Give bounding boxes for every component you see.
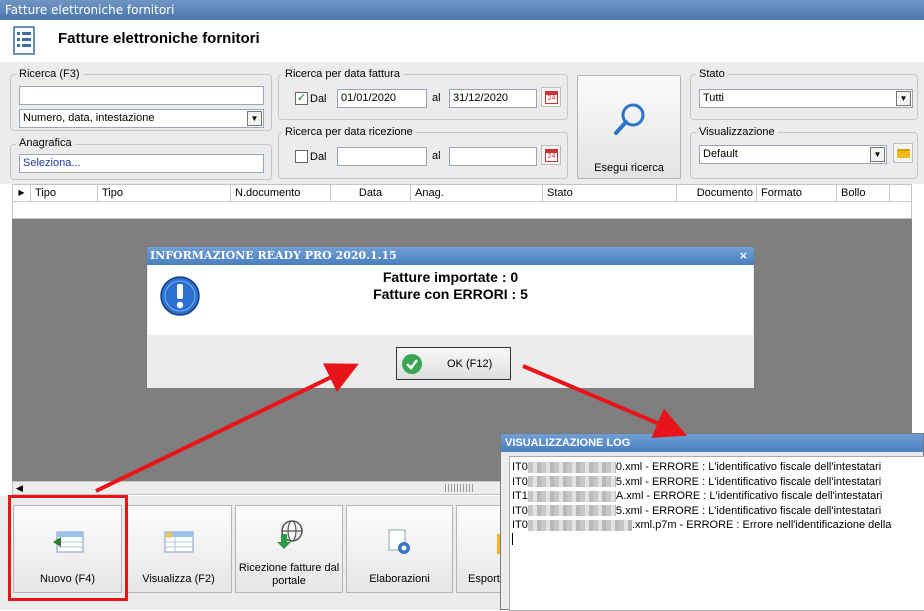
annotation-arrows [95,363,688,493]
arrow-to-log [522,364,688,438]
arrow-to-dialog [95,363,359,493]
